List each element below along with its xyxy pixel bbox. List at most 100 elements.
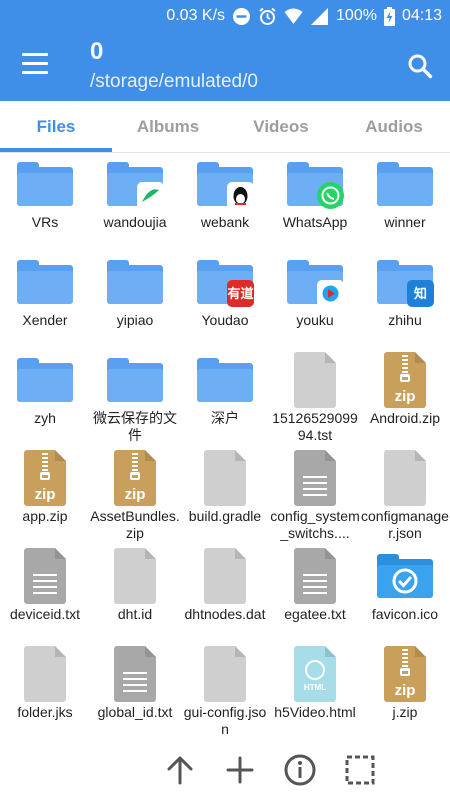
- file-name: gui-config.json: [183, 704, 267, 737]
- file-item[interactable]: configmanager.json: [360, 446, 450, 544]
- folder-icon: [286, 156, 344, 214]
- folder-icon: [106, 156, 164, 214]
- file-item[interactable]: config_system_switchs....: [270, 446, 360, 544]
- file-item[interactable]: zyh: [0, 348, 90, 446]
- file-name: h5Video.html: [274, 704, 356, 720]
- file-name: j.zip: [392, 704, 418, 720]
- file-item[interactable]: gui-config.json: [180, 642, 270, 740]
- file-name: dht.id: [117, 606, 153, 622]
- folder-icon: [196, 352, 254, 410]
- file-name: WhatsApp: [282, 214, 348, 230]
- file-item[interactable]: dht.id: [90, 544, 180, 642]
- zip-label: zip: [394, 682, 416, 699]
- file-icon: [106, 548, 164, 606]
- tab-files[interactable]: Files: [0, 101, 112, 152]
- tab-albums[interactable]: Albums: [112, 101, 224, 152]
- file-icon: [196, 646, 254, 704]
- folder-icon: 有道: [196, 254, 254, 312]
- file-name: wandoujia: [103, 214, 167, 230]
- file-item[interactable]: 有道 Youdao: [180, 250, 270, 348]
- file-name: folder.jks: [17, 704, 73, 720]
- file-name: 1512652909994.tst: [272, 410, 358, 443]
- folder-icon: [106, 254, 164, 312]
- file-item[interactable]: build.gradle: [180, 446, 270, 544]
- file-name: app.zip: [22, 508, 68, 524]
- zip-file-icon: zip: [376, 646, 434, 704]
- tab-bar: Files Albums Videos Audios: [0, 101, 450, 153]
- bottom-toolbar: [0, 745, 450, 800]
- file-item[interactable]: 1512652909994.tst: [270, 348, 360, 446]
- tab-videos[interactable]: Videos: [225, 101, 337, 152]
- check-icon: [392, 568, 418, 594]
- file-item[interactable]: global_id.txt: [90, 642, 180, 740]
- zip-label: zip: [394, 388, 416, 405]
- file-item[interactable]: dhtnodes.dat: [180, 544, 270, 642]
- select-all-icon[interactable]: [343, 753, 377, 787]
- search-icon[interactable]: [407, 53, 433, 79]
- file-item[interactable]: egatee.txt: [270, 544, 360, 642]
- file-item[interactable]: winner: [360, 152, 450, 250]
- file-item[interactable]: webank: [180, 152, 270, 250]
- tab-audios[interactable]: Audios: [338, 101, 450, 152]
- file-item[interactable]: Xender: [0, 250, 90, 348]
- status-bar: 0.03 K/s 100% 04:13: [0, 0, 450, 32]
- folder-icon: [16, 352, 74, 410]
- clock: 04:13: [401, 7, 442, 24]
- file-name: zyh: [34, 410, 56, 426]
- folder-icon: [16, 254, 74, 312]
- menu-icon[interactable]: [22, 53, 48, 75]
- alarm-icon: [258, 7, 277, 26]
- file-icon: [16, 646, 74, 704]
- file-item[interactable]: favicon.ico: [360, 544, 450, 642]
- plus-icon[interactable]: [223, 753, 257, 787]
- file-icon: [196, 548, 254, 606]
- file-name: zhihu: [388, 312, 422, 328]
- file-icon: [376, 450, 434, 508]
- file-name: AssetBundles.zip: [90, 508, 180, 541]
- file-item[interactable]: youku: [270, 250, 360, 348]
- zhihu-icon: 知: [407, 280, 434, 307]
- file-item[interactable]: 知 zhihu: [360, 250, 450, 348]
- info-icon[interactable]: [283, 753, 317, 787]
- file-name: egatee.txt: [284, 606, 346, 622]
- file-name: webank: [200, 214, 250, 230]
- file-name: VRs: [31, 214, 59, 230]
- file-item[interactable]: zip AssetBundles.zip: [90, 446, 180, 544]
- qq-penguin-icon: [227, 182, 254, 209]
- image-file-icon: [376, 548, 434, 606]
- file-item[interactable]: HTML h5Video.html: [270, 642, 360, 740]
- file-name: favicon.ico: [371, 606, 439, 622]
- file-item[interactable]: zip j.zip: [360, 642, 450, 740]
- app-bar: 0.03 K/s 100% 04:13 0 /storage/emulated/…: [0, 0, 450, 101]
- whatsapp-icon: [317, 182, 344, 209]
- file-item[interactable]: deviceid.txt: [0, 544, 90, 642]
- file-item[interactable]: folder.jks: [0, 642, 90, 740]
- file-item[interactable]: yipiao: [90, 250, 180, 348]
- file-name: config_system_switchs....: [270, 508, 360, 541]
- file-item[interactable]: zip Android.zip: [360, 348, 450, 446]
- file-name: global_id.txt: [97, 704, 173, 720]
- wifi-icon: [284, 7, 303, 26]
- file-icon: [196, 450, 254, 508]
- file-name: Youdao: [201, 312, 249, 328]
- folder-icon: [16, 156, 74, 214]
- text-file-icon: [286, 450, 344, 508]
- file-name: Android.zip: [369, 410, 441, 426]
- battery-percent: 100%: [336, 7, 377, 24]
- folder-icon: [376, 156, 434, 214]
- file-item[interactable]: 深户: [180, 348, 270, 446]
- battery-charging-icon: [383, 6, 395, 26]
- item-count: 0: [90, 38, 104, 65]
- current-path: /storage/emulated/0: [90, 71, 258, 92]
- youdao-icon: 有道: [227, 280, 254, 307]
- file-item[interactable]: WhatsApp: [270, 152, 360, 250]
- file-item[interactable]: VRs: [0, 152, 90, 250]
- file-item[interactable]: 微云保存的文件: [90, 348, 180, 446]
- file-name: deviceid.txt: [9, 606, 81, 622]
- file-icon: [286, 352, 344, 410]
- file-item[interactable]: wandoujia: [90, 152, 180, 250]
- arrow-up-icon[interactable]: [163, 753, 197, 787]
- file-item[interactable]: zip app.zip: [0, 446, 90, 544]
- file-name: configmanager.json: [361, 508, 449, 541]
- html-label: HTML: [303, 683, 327, 692]
